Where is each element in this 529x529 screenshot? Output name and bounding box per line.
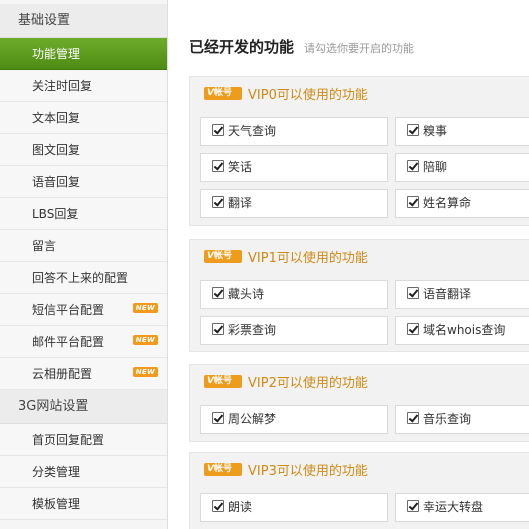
sidebar-item-sms-config[interactable]: 短信平台配置 NEW [0, 294, 167, 326]
feature-option[interactable]: 域名whois查询 [395, 316, 529, 345]
checkbox-checked-icon[interactable] [212, 287, 224, 299]
sidebar-group-basic[interactable]: 基础设置 [0, 4, 167, 38]
main-content: 已经开发的功能 请勾选你要开启的功能 V帐号 VIP0可以使用的功能 天气查询 糗… [168, 0, 529, 529]
new-badge: NEW [132, 367, 158, 377]
section-body: 藏头诗 语音翻译 彩票查询 域名whois查询 [190, 272, 529, 351]
vip3-section: V帐号 VIP3可以使用的功能 朗读 幸运大转盘 [189, 452, 529, 529]
vip-account-tag-icon: V帐号 [204, 375, 242, 388]
sidebar-item-news-reply[interactable]: 图文回复 [0, 134, 167, 166]
feature-option[interactable]: 糗事 [395, 117, 529, 146]
sidebar-item-label: 首页回复配置 [32, 433, 105, 447]
sidebar-item-category-management[interactable]: 分类管理 [0, 456, 167, 488]
checkbox-checked-icon[interactable] [212, 196, 224, 208]
section-header: V帐号 VIP1可以使用的功能 [190, 240, 395, 272]
sidebar-item-email-config[interactable]: 邮件平台配置 NEW [0, 326, 167, 358]
sidebar-item-fallback-config[interactable]: 回答不上来的配置 [0, 262, 167, 294]
section-title: VIP0可以使用的功能 [248, 88, 368, 103]
sidebar-item-label: 语音回复 [32, 175, 81, 189]
sidebar-item-label: 分类管理 [32, 465, 81, 479]
sidebar: 基础设置 功能管理 关注时回复 文本回复 图文回复 语音回复 LBS回复 留言 … [0, 0, 168, 529]
new-badge: NEW [132, 335, 158, 345]
feature-option[interactable]: 姓名算命 [395, 189, 529, 218]
feature-option[interactable]: 藏头诗 [200, 280, 388, 309]
sidebar-group-3g-site[interactable]: 3G网站设置 [0, 390, 167, 424]
feature-option[interactable]: 语音翻译 [395, 280, 529, 309]
feature-option[interactable]: 陪聊 [395, 153, 529, 182]
sidebar-item-label: 文本回复 [32, 111, 81, 125]
sidebar-item-label: 图文回复 [32, 143, 81, 157]
feature-option[interactable]: 朗读 [200, 493, 388, 522]
sidebar-item-label: 留言 [32, 239, 57, 253]
new-badge: NEW [132, 303, 158, 313]
vip0-section: V帐号 VIP0可以使用的功能 天气查询 糗事 笑话 陪聊 翻译 姓名算命 [189, 76, 529, 226]
section-header: V帐号 VIP3可以使用的功能 [190, 453, 395, 485]
feature-option[interactable]: 音乐查询 [395, 405, 529, 434]
sidebar-item-voice-reply[interactable]: 语音回复 [0, 166, 167, 198]
page-hint: 请勾选你要开启的功能 [304, 42, 415, 55]
checkbox-checked-icon[interactable] [407, 323, 419, 335]
checkbox-checked-icon[interactable] [212, 500, 224, 512]
section-body: 天气查询 糗事 笑话 陪聊 翻译 姓名算命 [190, 109, 529, 225]
feature-option[interactable]: 笑话 [200, 153, 388, 182]
section-body: 周公解梦 音乐查询 [190, 397, 529, 441]
vip2-section: V帐号 VIP2可以使用的功能 周公解梦 音乐查询 [189, 364, 529, 442]
section-body: 朗读 幸运大转盘 [190, 485, 529, 529]
sidebar-item-album-config[interactable]: 云相册配置 NEW [0, 358, 167, 390]
sidebar-item-feature-management[interactable]: 功能管理 [0, 38, 167, 70]
vip1-section: V帐号 VIP1可以使用的功能 藏头诗 语音翻译 彩票查询 域名whois查询 [189, 239, 529, 352]
checkbox-checked-icon[interactable] [407, 196, 419, 208]
sidebar-item-label: 关注时回复 [32, 79, 93, 93]
sidebar-item-text-reply[interactable]: 文本回复 [0, 102, 167, 134]
checkbox-checked-icon[interactable] [212, 124, 224, 136]
sidebar-item-message[interactable]: 留言 [0, 230, 167, 262]
checkbox-checked-icon[interactable] [407, 287, 419, 299]
checkbox-checked-icon[interactable] [212, 160, 224, 172]
sidebar-item-template-management[interactable]: 模板管理 [0, 488, 167, 520]
sidebar-item-home-reply-config[interactable]: 首页回复配置 [0, 424, 167, 456]
checkbox-checked-icon[interactable] [407, 412, 419, 424]
feature-option[interactable]: 彩票查询 [200, 316, 388, 345]
page-header: 已经开发的功能 请勾选你要开启的功能 [189, 36, 414, 57]
sidebar-item-follow-reply[interactable]: 关注时回复 [0, 70, 167, 102]
feature-option[interactable]: 幸运大转盘 [395, 493, 529, 522]
sidebar-item-label: 云相册配置 [32, 367, 93, 381]
section-title: VIP1可以使用的功能 [248, 251, 368, 266]
vip-account-tag-icon: V帐号 [204, 250, 242, 263]
sidebar-item-label: 邮件平台配置 [32, 335, 105, 349]
section-title: VIP2可以使用的功能 [248, 376, 368, 391]
feature-option[interactable]: 天气查询 [200, 117, 388, 146]
sidebar-item-lbs-reply[interactable]: LBS回复 [0, 198, 167, 230]
section-header: V帐号 VIP0可以使用的功能 [190, 77, 395, 109]
checkbox-checked-icon[interactable] [407, 160, 419, 172]
feature-option[interactable]: 周公解梦 [200, 405, 388, 434]
checkbox-checked-icon[interactable] [407, 124, 419, 136]
checkbox-checked-icon[interactable] [212, 412, 224, 424]
sidebar-item-label: 功能管理 [32, 47, 81, 61]
sidebar-item-label: 模板管理 [32, 497, 81, 511]
sidebar-item-label: LBS回复 [32, 207, 79, 221]
vip-account-tag-icon: V帐号 [204, 463, 242, 476]
page-title: 已经开发的功能 [189, 38, 295, 56]
sidebar-item-label: 回答不上来的配置 [32, 271, 129, 285]
feature-option[interactable]: 翻译 [200, 189, 388, 218]
checkbox-checked-icon[interactable] [407, 500, 419, 512]
vip-account-tag-icon: V帐号 [204, 87, 242, 100]
sidebar-item-label: 短信平台配置 [32, 303, 105, 317]
section-header: V帐号 VIP2可以使用的功能 [190, 365, 395, 397]
section-title: VIP3可以使用的功能 [248, 464, 368, 479]
checkbox-checked-icon[interactable] [212, 323, 224, 335]
